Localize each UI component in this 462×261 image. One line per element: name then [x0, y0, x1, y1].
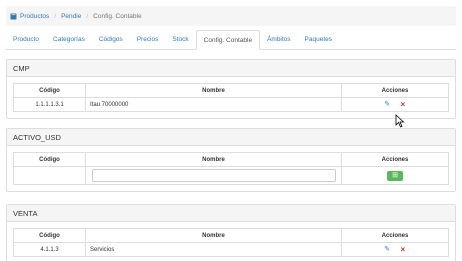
- tab-config-contable[interactable]: Config. Contable: [195, 30, 261, 50]
- panel-title: CMP: [7, 60, 455, 77]
- breadcrumb-separator: /: [86, 12, 89, 20]
- table-row: 4.1.1.3 Servicios ✎ ×: [13, 242, 449, 257]
- tab-ambitos[interactable]: Ámbitos: [260, 31, 297, 49]
- row-actions: ✎ ×: [341, 242, 449, 257]
- panel-venta: VENTA Código Nombre Acciones 4.1.1.3 Ser…: [6, 204, 456, 261]
- edit-pencil-icon[interactable]: ✎: [383, 101, 391, 109]
- row-code: 1.1.1.1.3.1: [13, 97, 86, 112]
- column-header-name: Nombre: [85, 152, 342, 167]
- column-header-actions: Acciones: [341, 83, 449, 98]
- account-table: Código Nombre Acciones 1.1.1.1.3.1 Itau …: [13, 83, 449, 112]
- plus-square-icon[interactable]: ⊞: [387, 170, 403, 181]
- tab-producto[interactable]: Producto: [6, 31, 46, 49]
- tab-paquetes[interactable]: Paquetes: [298, 31, 339, 49]
- mouse-cursor-icon: [395, 114, 405, 128]
- delete-x-icon[interactable]: ×: [399, 245, 407, 254]
- panel-cmp: CMP Código Nombre Acciones 1.1.1.1.3.1 I…: [6, 59, 456, 119]
- breadcrumb-current: Config. Contable: [93, 12, 142, 20]
- table-header-row: Código Nombre Acciones: [13, 152, 449, 167]
- account-table: Código Nombre Acciones 4.1.1.3 Servicios…: [13, 228, 449, 257]
- delete-x-icon[interactable]: ×: [399, 100, 407, 109]
- account-table: Código Nombre Acciones ⊞: [13, 152, 449, 185]
- edit-pencil-icon[interactable]: ✎: [383, 246, 391, 254]
- column-header-code: Código: [13, 152, 86, 167]
- row-actions: ✎ ×: [341, 97, 449, 112]
- column-header-code: Código: [13, 83, 86, 98]
- column-header-name: Nombre: [85, 83, 342, 98]
- breadcrumb-productos[interactable]: Productos: [20, 13, 49, 20]
- table-row: 1.1.1.1.3.1 Itau 70000000 ✎ ×: [13, 97, 449, 112]
- panel-title: ACTIVO_USD: [7, 129, 455, 146]
- column-header-code: Código: [13, 228, 86, 243]
- row-code-empty: [13, 166, 86, 185]
- breadcrumb-pendie[interactable]: Pendie: [61, 13, 81, 20]
- account-name-input[interactable]: [91, 169, 336, 182]
- row-name: Itau 70000000: [85, 97, 342, 112]
- tab-stock[interactable]: Stock: [165, 31, 195, 49]
- column-header-actions: Acciones: [341, 228, 449, 243]
- column-header-actions: Acciones: [341, 152, 449, 167]
- panel-activo-usd: ACTIVO_USD Código Nombre Acciones ⊞: [6, 128, 456, 192]
- row-name: Servicios: [85, 242, 342, 257]
- tab-codigos[interactable]: Códigos: [92, 31, 130, 49]
- tab-categorias[interactable]: Categorías: [46, 31, 92, 49]
- table-row-new: ⊞: [13, 166, 449, 185]
- tab-precios[interactable]: Precios: [130, 31, 166, 49]
- row-actions: ⊞: [341, 166, 449, 185]
- row-code: 4.1.1.3: [13, 242, 86, 257]
- row-name-input-cell: [85, 166, 342, 185]
- tab-bar: Producto Categorías Códigos Precios Stoc…: [6, 30, 456, 50]
- book-icon: [10, 13, 17, 20]
- panel-title: VENTA: [7, 205, 455, 222]
- breadcrumb-separator: /: [54, 12, 57, 20]
- table-header-row: Código Nombre Acciones: [13, 83, 449, 98]
- column-header-name: Nombre: [85, 228, 342, 243]
- breadcrumb: Productos / Pendie / Config. Contable: [6, 6, 456, 26]
- table-header-row: Código Nombre Acciones: [13, 228, 449, 243]
